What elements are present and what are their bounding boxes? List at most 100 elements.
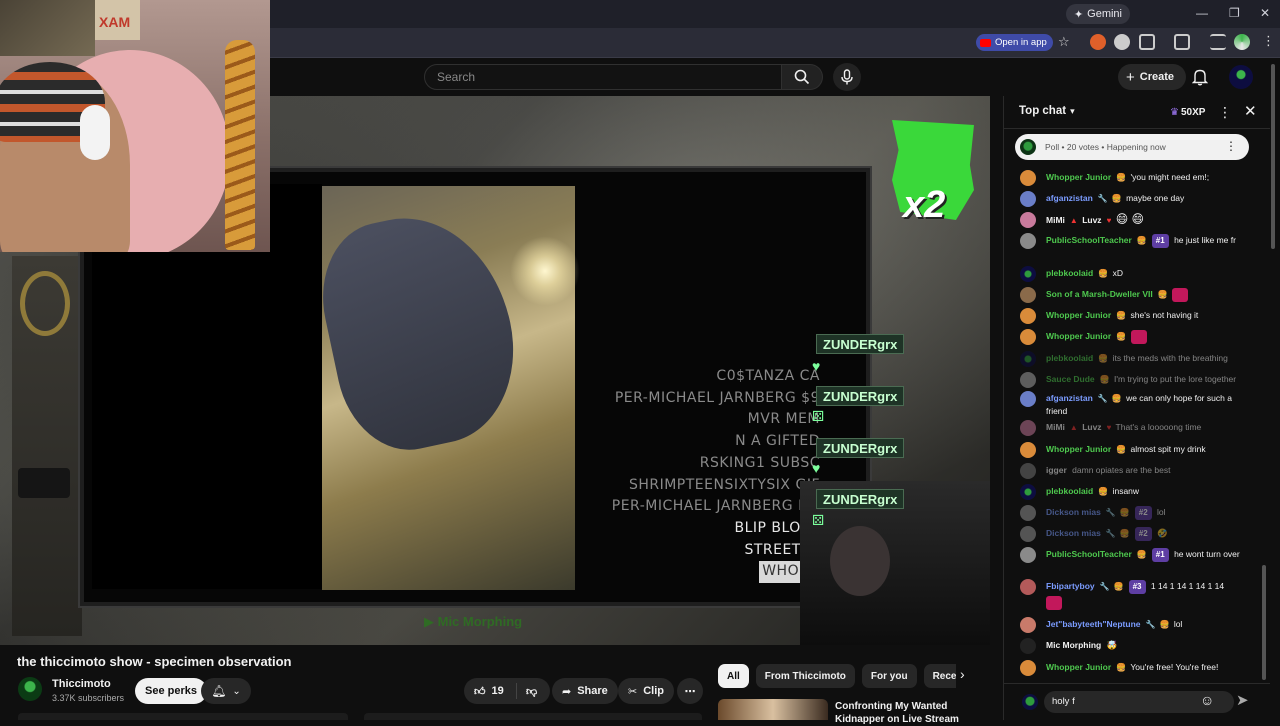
chat-author[interactable]: plebkoolaid — [1046, 486, 1093, 496]
close-window-icon[interactable]: ✕ — [1260, 6, 1270, 20]
chat-author[interactable]: Sauce Dude — [1046, 374, 1095, 384]
xp-badge[interactable]: ♛ 50XP — [1167, 104, 1208, 120]
chat-author[interactable]: afganzistan — [1046, 193, 1093, 203]
dislike-button[interactable]: 👎︎ — [516, 678, 547, 704]
video-right-face — [830, 526, 890, 596]
user-avatar — [1020, 308, 1036, 324]
rank-badge: #3 — [1128, 580, 1146, 594]
open-in-app-button[interactable]: Open in app — [976, 34, 1053, 51]
channel-name[interactable]: Thiccimoto — [52, 678, 111, 690]
gemini-button[interactable]: ✦ Gemini — [1065, 4, 1130, 24]
chat-mode-selector[interactable]: Top chat ▾ — [1019, 105, 1075, 117]
chat-author[interactable]: Dickson mias — [1046, 507, 1101, 517]
member-badge-icon: 🍔 — [1136, 550, 1147, 559]
rank-badge: #2 — [1134, 506, 1152, 520]
recommendation-title[interactable]: Confronting My Wanted Kidnapper on Live … — [835, 700, 975, 726]
member-badge-icon: 🍔 — [1098, 354, 1109, 363]
send-icon[interactable]: ➤ — [1236, 691, 1249, 709]
emoji-icon[interactable]: ☺ — [1200, 692, 1214, 708]
more-actions-button[interactable]: ⋯ — [677, 678, 703, 704]
wrench-icon: 🔧 — [1105, 508, 1116, 517]
poll-menu-icon[interactable]: ⋮ — [1225, 139, 1237, 153]
share-button[interactable]: ➦ Share — [552, 678, 618, 704]
gemini-icon: ✦ — [1073, 8, 1084, 21]
profile-icon[interactable] — [1234, 34, 1250, 50]
extensions-puzzle-icon[interactable] — [1139, 34, 1155, 50]
reading-list-icon[interactable] — [1210, 34, 1226, 50]
chips-row: All From Thiccimoto For you Recently upl… — [718, 664, 956, 688]
chat-menu-icon[interactable]: ⋮ — [1218, 104, 1232, 121]
chat-author[interactable]: igger — [1046, 465, 1067, 475]
chat-text: insanw — [1112, 486, 1140, 496]
chat-author[interactable]: PublicSchoolTeacher — [1046, 549, 1132, 559]
chat-author[interactable]: Whopper Junior — [1046, 310, 1111, 320]
close-icon[interactable]: ✕ — [1244, 102, 1257, 120]
subscription-bell-button[interactable]: 🔔︎ ⌄ — [201, 678, 251, 704]
see-perks-button[interactable]: See perks — [135, 678, 207, 704]
create-button[interactable]: + Create — [1118, 64, 1187, 90]
chat-text: lol — [1173, 619, 1183, 629]
page-scrollbar-thumb[interactable] — [1271, 64, 1275, 249]
bookmark-star-icon[interactable]: ☆ — [1058, 34, 1070, 50]
chat-text: You're free! You're free! — [1130, 662, 1219, 672]
chat-author[interactable]: Whopper Junior — [1046, 444, 1111, 454]
chat-text: he wont turn over — [1174, 549, 1240, 559]
chat-text: 'you might need em!; — [1130, 172, 1210, 182]
minimize-icon[interactable]: — — [1196, 6, 1208, 20]
chat-author[interactable]: Whopper Junior — [1046, 172, 1111, 182]
chat-author[interactable]: Dickson mias — [1046, 528, 1101, 538]
channel-avatar[interactable] — [18, 677, 42, 701]
chat-author[interactable]: plebkoolaid — [1046, 268, 1093, 278]
chat-author-suffix: Luvz — [1082, 422, 1102, 432]
chat-author[interactable]: Whopper Junior — [1046, 331, 1111, 341]
poll-banner[interactable]: Poll • 20 votes • Happening now ⋮ — [1015, 134, 1249, 160]
cast-icon[interactable] — [1174, 34, 1190, 50]
member-badge-icon: 🍔 — [1159, 620, 1170, 629]
more-icon: ⋯ — [684, 685, 696, 698]
search-input[interactable]: Search — [424, 64, 782, 90]
dice-icon: ⚄ — [812, 408, 825, 424]
chat-author[interactable]: plebkoolaid — [1046, 353, 1093, 363]
chat-author[interactable]: MiMi — [1046, 422, 1065, 432]
chip-from-channel[interactable]: From Thiccimoto — [755, 664, 855, 688]
rank-badge: #1 — [1151, 234, 1169, 248]
chip-recently-uploaded[interactable]: Recently uploaded — [923, 664, 956, 688]
chat-author[interactable]: PublicSchoolTeacher — [1046, 235, 1132, 245]
browser-menu-icon[interactable]: ⋮ — [1262, 33, 1275, 49]
voice-search-button[interactable] — [833, 63, 861, 91]
chat-message: plebkoolaid 🍔 xD — [1020, 266, 1252, 282]
chat-author[interactable]: Son of a Marsh-Dweller VII — [1046, 289, 1153, 299]
clip-button[interactable]: ✂ Clip — [618, 678, 674, 704]
extension-icon[interactable] — [1090, 34, 1106, 50]
chat-scrollbar[interactable] — [1262, 565, 1266, 680]
chat-author[interactable]: Mic Morphing — [1046, 640, 1101, 650]
chip-for-you[interactable]: For you — [861, 664, 917, 688]
gemini-label: Gemini — [1087, 8, 1122, 20]
member-badge-icon: 🍔 — [1116, 663, 1127, 672]
chevron-right-icon[interactable]: › — [960, 666, 965, 682]
account-avatar[interactable] — [1229, 65, 1253, 89]
like-button[interactable]: 👍︎ 19 — [464, 678, 514, 704]
chat-author[interactable]: Jet"babyteeth"Neptune — [1046, 619, 1141, 629]
chat-author[interactable]: Whopper Junior — [1046, 662, 1111, 672]
my-avatar — [1022, 694, 1038, 710]
recommendation-thumbnail[interactable] — [718, 699, 828, 720]
description-card — [18, 713, 348, 720]
page-scrollbar[interactable] — [1271, 64, 1277, 720]
chat-author[interactable]: MiMi — [1046, 215, 1065, 225]
notifications-bell-icon[interactable] — [1191, 68, 1209, 89]
chat-message: PublicSchoolTeacher 🍔 #1 he wont turn over — [1020, 547, 1252, 563]
chat-author[interactable]: Fbipartyboy — [1046, 581, 1095, 591]
member-badge-icon: 🍔 — [1099, 375, 1110, 384]
restore-icon[interactable]: ❐ — [1229, 6, 1240, 20]
rank-badge: #2 — [1134, 527, 1152, 541]
member-badge-icon: 🍔 — [1098, 269, 1109, 278]
chip-all[interactable]: All — [718, 664, 749, 688]
emote-icon — [1046, 596, 1062, 610]
chat-message: igger damn opiates are the best — [1020, 463, 1252, 479]
member-badge-icon: 🍔 — [1157, 290, 1168, 300]
chat-author[interactable]: afganzistan — [1046, 393, 1093, 403]
search-button[interactable] — [782, 64, 823, 90]
chat-message: Mic Morphing 🤯 — [1020, 638, 1252, 654]
extension-icon[interactable] — [1114, 34, 1130, 50]
